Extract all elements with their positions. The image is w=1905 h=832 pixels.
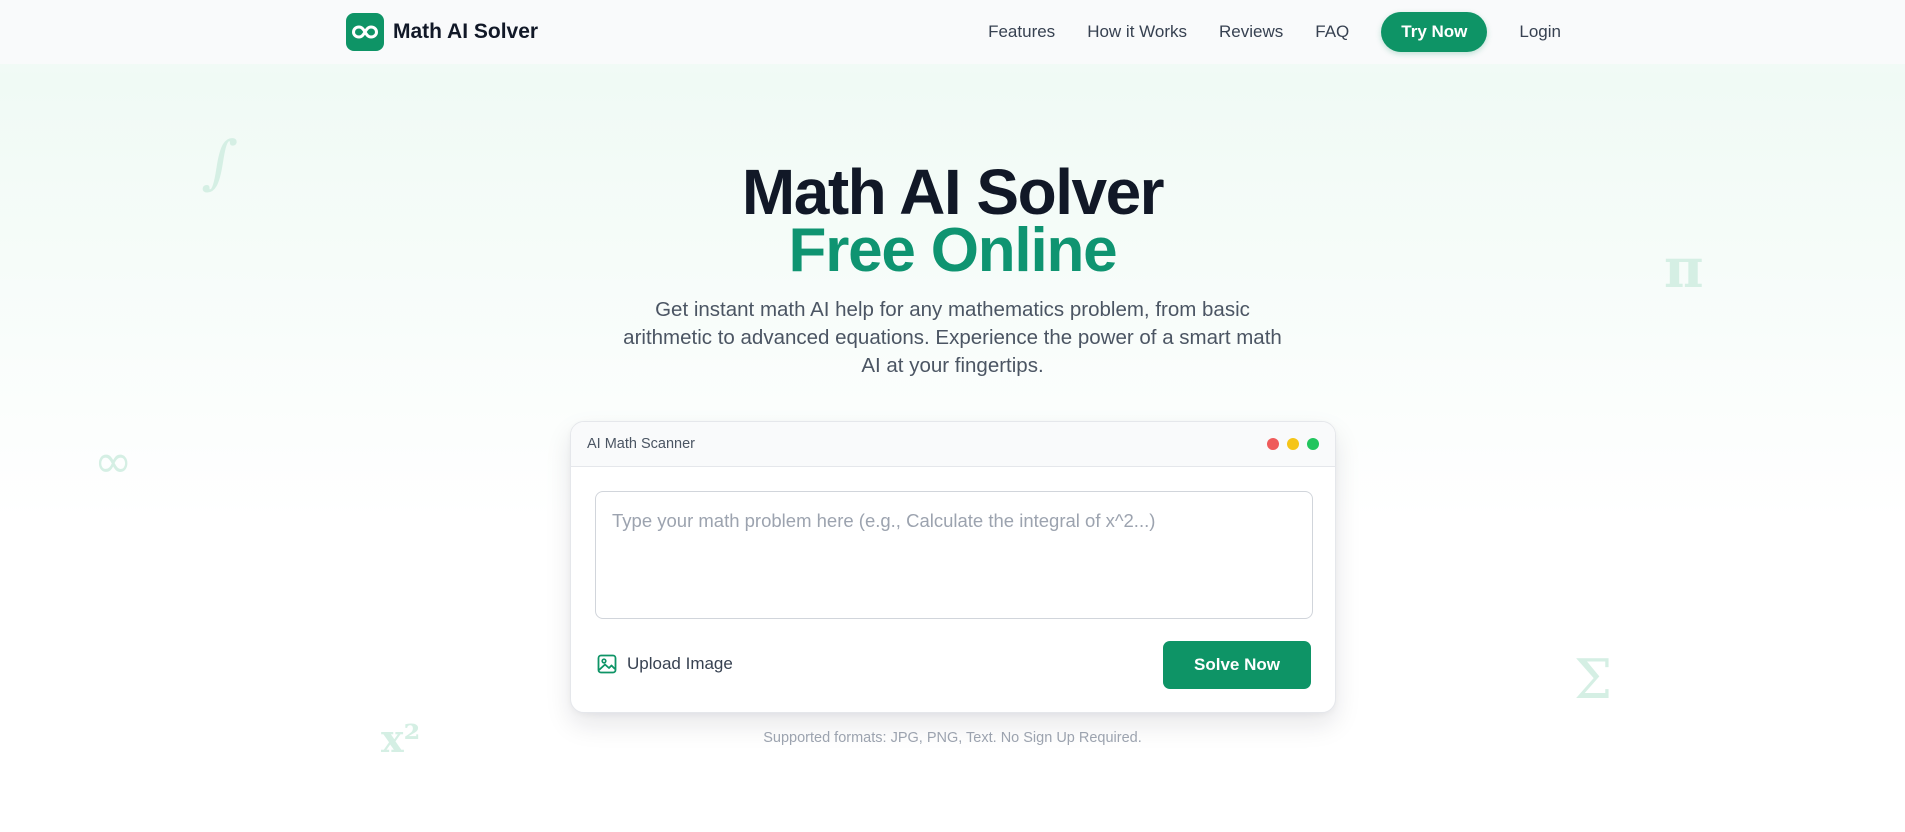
brand-link[interactable]: Math AI Solver <box>346 13 538 51</box>
hero-subtitle: Free Online <box>788 216 1118 285</box>
hero-description: Get instant math AI help for any mathema… <box>623 298 1282 377</box>
sigma-symbol-decoration: Σ <box>1574 648 1613 711</box>
math-problem-input[interactable]: Type your math problem here (e.g., Calcu… <box>595 491 1313 619</box>
infinity-symbol-decoration: ∞ <box>94 434 133 488</box>
nav-link-faq[interactable]: FAQ <box>1315 22 1349 42</box>
nav-links: Features How it Works Reviews FAQ Try No… <box>988 12 1561 52</box>
nav-link-how-it-works[interactable]: How it Works <box>1087 22 1187 42</box>
login-link[interactable]: Login <box>1519 22 1561 42</box>
top-navbar: Math AI Solver Features How it Works Rev… <box>0 0 1905 64</box>
upload-image-label: Upload Image <box>627 654 733 673</box>
supported-formats-note: Supported formats: JPG, PNG, Text. No Si… <box>763 730 1142 746</box>
math-scanner-card: AI Math Scanner Type your math problem h… <box>570 421 1336 713</box>
close-dot-icon <box>1267 438 1279 450</box>
nav-link-features[interactable]: Features <box>988 22 1055 42</box>
scanner-header: AI Math Scanner <box>571 422 1335 467</box>
scanner-title: AI Math Scanner <box>587 436 695 452</box>
brand-name: Math AI Solver <box>393 20 539 43</box>
nav-link-reviews[interactable]: Reviews <box>1219 22 1283 42</box>
solve-now-button[interactable]: Solve Now <box>1163 641 1311 689</box>
upload-image-button[interactable]: Upload Image <box>597 654 733 674</box>
maximize-dot-icon <box>1307 438 1319 450</box>
infinity-logo-icon <box>346 13 384 51</box>
image-icon <box>597 654 617 674</box>
minimize-dot-icon <box>1287 438 1299 450</box>
window-controls <box>1267 438 1319 450</box>
try-now-button[interactable]: Try Now <box>1381 12 1488 52</box>
